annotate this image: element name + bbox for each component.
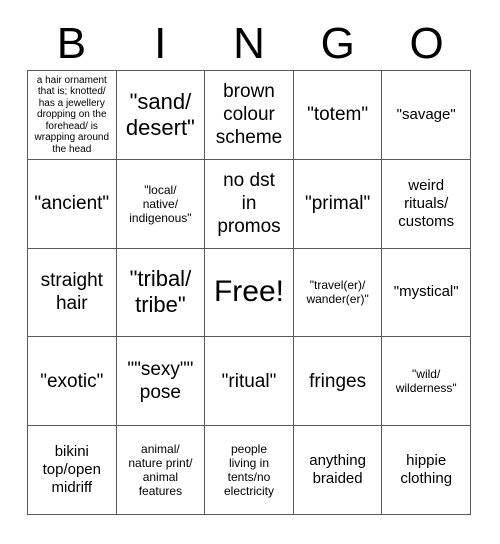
bingo-cell-b4[interactable]: "exotic" [28,337,117,427]
bingo-cell-text: brown colour scheme [215,81,283,149]
bingo-cell-text: fringes [309,370,367,392]
bingo-cell-b1[interactable]: a hair ornament that is; knotted/ has a … [28,71,117,160]
bingo-cell-g5[interactable]: anything braided [293,426,383,515]
bingo-cell-free-space[interactable]: Free! [205,248,294,338]
bingo-cell-g3[interactable]: "travel(er)/ wander(er)" [293,248,383,338]
bingo-cell-o3[interactable]: "mystical" [382,248,471,338]
bingo-cell-n2[interactable]: no dst in promos [205,159,294,249]
bingo-header-row: B I N G O [27,18,471,70]
bingo-header-letter-n: N [233,19,265,68]
bingo-cell-text: "exotic" [40,370,104,392]
bingo-cell-b5[interactable]: bikini top/open midriff [28,426,117,515]
bingo-cell-text: hippie clothing [400,452,453,488]
bingo-cell-text: "ancient" [34,193,110,215]
bingo-cell-o2[interactable]: weird rituals/ customs [382,159,471,249]
bingo-cell-o4[interactable]: "wild/ wilderness" [382,337,471,427]
bingo-cell-text: people living in tents/no electricity [223,442,274,499]
bingo-cell-o1[interactable]: "savage" [382,71,471,160]
bingo-cell-text: "savage" [396,105,456,123]
bingo-cell-text: a hair ornament that is; knotted/ has a … [34,74,110,155]
bingo-cell-text: "wild/ wilderness" [395,367,457,396]
bingo-cell-b3[interactable]: straight hair [28,248,117,338]
bingo-cell-text: straight hair [40,270,103,315]
bingo-cell-g1[interactable]: "totem" [293,71,383,160]
bingo-cell-i1[interactable]: "sand/ desert" [116,71,206,160]
bingo-cell-i2[interactable]: "local/ native/ indigenous" [116,159,206,249]
bingo-cell-n5[interactable]: people living in tents/no electricity [205,426,294,515]
bingo-cell-text: anything braided [309,452,366,488]
bingo-cell-n4[interactable]: "ritual" [205,337,294,427]
bingo-cell-g4[interactable]: fringes [293,337,383,427]
bingo-cell-text: bikini top/open midriff [42,443,101,497]
bingo-card: B I N G O a hair ornament that is; knott… [0,0,500,544]
bingo-cell-text: "local/ native/ indigenous" [129,182,192,225]
bingo-cell-n1[interactable]: brown colour scheme [205,71,294,160]
bingo-cell-i5[interactable]: animal/ nature print/ animal features [116,426,206,515]
bingo-cell-b2[interactable]: "ancient" [28,159,117,249]
bingo-cell-i3[interactable]: "tribal/ tribe" [116,248,206,338]
bingo-cell-text: no dst in promos [217,170,281,238]
bingo-header-letter-o: O [409,19,444,68]
bingo-cell-text: ""sexy"" pose [127,359,194,404]
bingo-header-letter-i: I [154,19,167,68]
bingo-cell-text: "mystical" [393,283,459,301]
bingo-cell-text: "primal" [304,193,371,215]
bingo-cell-text: "sand/ desert" [125,88,195,140]
bingo-cell-text: "travel(er)/ wander(er)" [306,278,369,307]
bingo-cell-i4[interactable]: ""sexy"" pose [116,337,206,427]
bingo-cell-text: "tribal/ tribe" [129,266,192,318]
bingo-cell-text: animal/ nature print/ animal features [128,442,193,499]
bingo-cell-text: "ritual" [221,370,277,392]
bingo-cell-o5[interactable]: hippie clothing [382,426,471,515]
bingo-cell-g2[interactable]: "primal" [293,159,383,249]
bingo-header-letter-g: G [320,19,355,68]
bingo-grid: a hair ornament that is; knotted/ has a … [27,70,471,515]
bingo-cell-text: Free! [213,275,284,309]
bingo-header-letter-b: B [56,19,87,68]
bingo-cell-text: weird rituals/ customs [398,176,455,230]
bingo-cell-text: "totem" [307,104,369,126]
